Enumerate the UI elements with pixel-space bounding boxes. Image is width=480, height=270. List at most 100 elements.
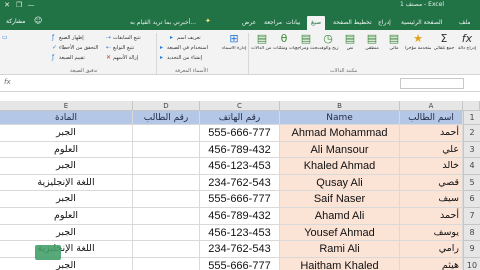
name-box[interactable] xyxy=(400,78,464,89)
table-cell[interactable]: 456-789-432 xyxy=(200,141,280,159)
table-cell[interactable]: Ahmad Mohammad xyxy=(280,125,400,142)
restore-window-button[interactable]: ❐ xyxy=(14,0,24,11)
define-name-button[interactable]: ▸ تعريف اسم xyxy=(170,33,201,42)
recently-used-button[interactable]: ★ المستخدمة مؤخراً xyxy=(405,32,431,66)
table-cell[interactable] xyxy=(133,191,200,208)
trace-dependents-button[interactable]: ⇠ تتبع التوابع xyxy=(106,43,134,52)
row-header[interactable]: 10 xyxy=(463,257,480,270)
table-cell[interactable]: 456-123-453 xyxy=(200,224,280,242)
financial-button[interactable]: ▤ مالي xyxy=(383,32,405,66)
table-cell[interactable]: قصي xyxy=(400,174,463,192)
row-header[interactable]: 9 xyxy=(463,241,480,258)
table-cell[interactable]: خالد xyxy=(400,158,463,175)
autosum-button[interactable]: Σ جمع تلقائي xyxy=(433,32,455,66)
header-cell-d[interactable]: رقم الطالب xyxy=(133,111,200,125)
table-cell[interactable]: هيثم xyxy=(400,257,463,270)
table-cell[interactable]: 456-789-432 xyxy=(200,208,280,225)
select-all-corner[interactable] xyxy=(463,101,480,111)
table-cell[interactable]: 555-666-777 xyxy=(200,257,280,270)
table-cell[interactable]: العلوم xyxy=(0,208,133,225)
table-cell[interactable]: 234-762-543 xyxy=(200,174,280,192)
tab-review[interactable]: مراجعة xyxy=(264,16,282,30)
tell-me-search[interactable]: أخبرني بما تريد القيام به... xyxy=(130,16,196,30)
watch-window-button[interactable]: ▭ xyxy=(2,33,9,42)
table-cell[interactable]: الجبر xyxy=(0,257,133,270)
table-cell[interactable]: Khaled Ahmad xyxy=(280,158,400,175)
table-cell[interactable]: Rami Ali xyxy=(280,241,400,258)
tab-page-layout[interactable]: تخطيط الصفحة xyxy=(333,16,372,30)
header-cell-e[interactable]: المادة xyxy=(0,111,133,125)
table-cell[interactable]: Ahamd Ali xyxy=(280,208,400,225)
row-header[interactable]: 2 xyxy=(463,125,480,142)
row-header[interactable]: 6 xyxy=(463,191,480,208)
table-cell[interactable]: اللغة الإنجليزية xyxy=(0,241,133,258)
use-in-formula-button[interactable]: ▸ استخدام في الصيغة xyxy=(160,43,208,52)
row-header[interactable]: 7 xyxy=(463,208,480,225)
date-time-button[interactable]: ◷ التاريخ والوقت xyxy=(317,32,339,66)
table-cell[interactable]: Ali Mansour xyxy=(280,141,400,159)
table-cell[interactable]: الجبر xyxy=(0,125,133,142)
table-cell[interactable]: أحمد xyxy=(400,125,463,142)
tab-home[interactable]: الصفحة الرئيسية xyxy=(401,16,442,30)
table-cell[interactable] xyxy=(133,257,200,270)
table-cell[interactable] xyxy=(133,125,200,142)
text-button[interactable]: ▤ نص xyxy=(339,32,361,66)
row-header[interactable]: 4 xyxy=(463,158,480,175)
row-header[interactable]: 8 xyxy=(463,224,480,242)
math-trig-button[interactable]: θ رياضيات ومثلثات xyxy=(273,32,295,66)
evaluate-formula-button[interactable]: ƒ تقييم الصيغة xyxy=(52,53,85,62)
table-cell[interactable]: يوسف xyxy=(400,224,463,242)
trace-precedents-button[interactable]: ⇢ تتبع السابقات xyxy=(106,33,141,42)
table-cell[interactable]: الجبر xyxy=(0,158,133,175)
row-header[interactable]: 3 xyxy=(463,141,480,159)
create-from-selection-button[interactable]: ▸ إنشاء من التحديد xyxy=(160,53,202,62)
header-cell-c[interactable]: رقم الهاتف xyxy=(200,111,280,125)
error-checking-button[interactable]: ✓ التحقق من الأخطاء xyxy=(52,43,98,52)
header-cell-b[interactable]: Name xyxy=(280,111,400,125)
table-cell[interactable] xyxy=(133,224,200,242)
table-cell[interactable]: أحمد xyxy=(400,208,463,225)
lookup-reference-button[interactable]: ▤ بحث ومراجع xyxy=(295,32,317,66)
share-button[interactable]: مشاركة xyxy=(6,15,30,29)
table-cell[interactable] xyxy=(133,141,200,159)
table-cell[interactable] xyxy=(133,208,200,225)
table-cell[interactable]: Qusay Ali xyxy=(280,174,400,192)
table-cell[interactable]: Yousef Ahmad xyxy=(280,224,400,242)
close-window-button[interactable]: ✕ xyxy=(2,0,12,11)
more-functions-button[interactable]: ▤ المزيد من الدالات xyxy=(251,32,273,66)
column-header-e[interactable]: E xyxy=(0,101,133,111)
table-cell[interactable] xyxy=(133,174,200,192)
name-manager-button[interactable]: ⊞ إدارة الأسماء xyxy=(222,32,246,66)
table-cell[interactable]: 234-762-543 xyxy=(200,241,280,258)
table-cell[interactable]: سيف xyxy=(400,191,463,208)
row-header[interactable]: 1 xyxy=(463,111,480,125)
column-header-a[interactable]: A xyxy=(400,101,463,111)
table-cell[interactable]: Saif Naser xyxy=(280,191,400,208)
column-header-c[interactable]: C xyxy=(200,101,280,111)
row-header[interactable]: 5 xyxy=(463,174,480,192)
table-cell[interactable] xyxy=(133,158,200,175)
insert-function-button[interactable]: fx إدراج دالة xyxy=(456,32,478,66)
column-header-d[interactable]: D xyxy=(133,101,200,111)
table-cell[interactable]: 456-123-453 xyxy=(200,158,280,175)
table-cell[interactable]: 555-666-777 xyxy=(200,125,280,142)
tab-data[interactable]: بيانات xyxy=(286,16,300,30)
show-formulas-button[interactable]: ƒ إظهار الصيغ xyxy=(52,33,84,42)
table-cell[interactable]: علي xyxy=(400,141,463,159)
table-cell[interactable]: الجبر xyxy=(0,224,133,242)
minimize-window-button[interactable]: — xyxy=(26,0,36,11)
tab-view[interactable]: عرض xyxy=(242,16,256,30)
remove-arrows-button[interactable]: ✕ إزالة الأسهم xyxy=(106,53,138,62)
table-cell[interactable]: رامي xyxy=(400,241,463,258)
table-cell[interactable]: الجبر xyxy=(0,191,133,208)
tab-file[interactable]: ملف xyxy=(459,16,470,30)
tab-insert[interactable]: إدراج xyxy=(378,16,391,30)
table-cell[interactable]: العلوم xyxy=(0,141,133,159)
logical-button[interactable]: ▤ منطقي xyxy=(361,32,383,66)
header-cell-a[interactable]: اسم الطالب xyxy=(400,111,463,125)
formula-input[interactable] xyxy=(16,78,396,89)
tab-formulas[interactable]: صيغ xyxy=(307,16,326,30)
table-cell[interactable]: اللغة الإنجليزية xyxy=(0,174,133,192)
table-cell[interactable]: Haitham Khaled xyxy=(280,257,400,270)
table-cell[interactable]: 555-666-777 xyxy=(200,191,280,208)
